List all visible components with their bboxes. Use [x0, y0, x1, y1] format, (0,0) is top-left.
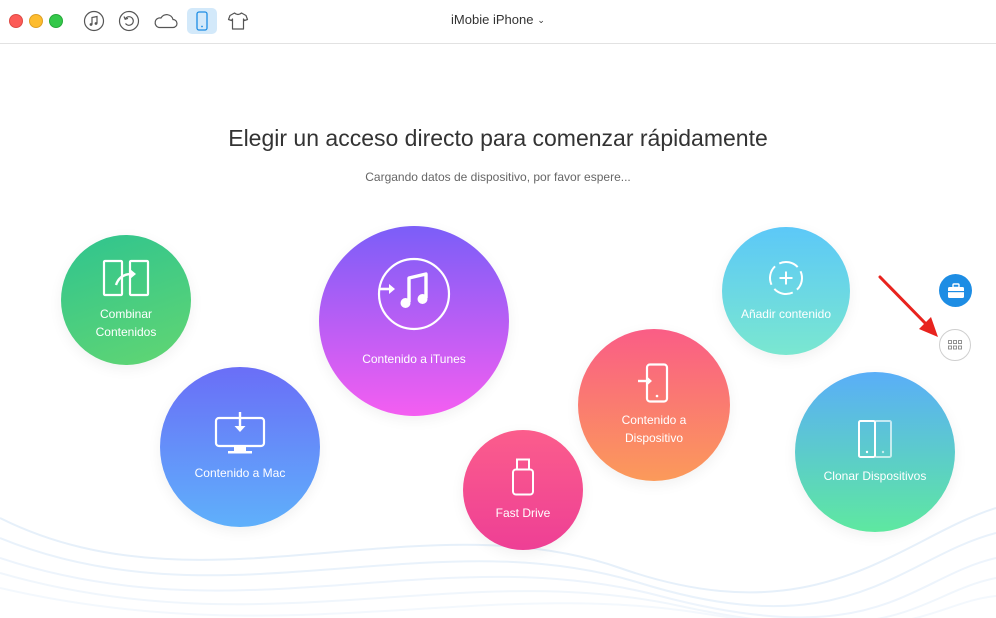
itunes-label: Contenido a iTunes [362, 352, 466, 366]
itunes-icon [377, 257, 451, 331]
dispositivo-label: Contenido a Dispositivo [621, 413, 687, 445]
loading-status-text: Cargando datos de dispositivo, por favor… [365, 170, 631, 184]
clone-phones-icon [858, 420, 892, 458]
add-circle-icon [769, 261, 803, 295]
monitor-download-icon [214, 412, 266, 454]
annotation-arrow [878, 275, 938, 337]
contenido-a-itunes-button[interactable]: Contenido a iTunes [319, 226, 509, 416]
device-name-label: iMobie iPhone [451, 12, 534, 27]
mac-label: Contenido a Mac [194, 466, 286, 480]
combinar-contenidos-button[interactable]: Combinar Contenidos [61, 235, 191, 365]
usb-drive-icon [512, 458, 534, 496]
chevron-down-icon: ⌄ [537, 15, 545, 25]
title-bar: iMobie iPhone ⌄ [0, 0, 996, 44]
clonar-label: Clonar Dispositivos [823, 469, 927, 483]
fast-drive-label: Fast Drive [495, 506, 551, 520]
page-title: Elegir un acceso directo para comenzar r… [228, 125, 768, 151]
fast-drive-button[interactable]: Fast Drive [463, 430, 583, 550]
contenido-a-mac-button[interactable]: Contenido a Mac [160, 367, 320, 527]
clonar-dispositivos-button[interactable]: Clonar Dispositivos [795, 372, 955, 532]
anadir-label: Añadir contenido [740, 307, 832, 321]
phone-import-icon [638, 363, 669, 403]
combinar-label: Combinar Contenidos [95, 307, 157, 339]
merge-icon [102, 259, 150, 297]
anadir-contenido-button[interactable]: Añadir contenido [722, 227, 850, 355]
device-selector[interactable]: iMobie iPhone ⌄ [0, 12, 996, 27]
contenido-a-dispositivo-button[interactable]: Contenido a Dispositivo [578, 329, 730, 481]
